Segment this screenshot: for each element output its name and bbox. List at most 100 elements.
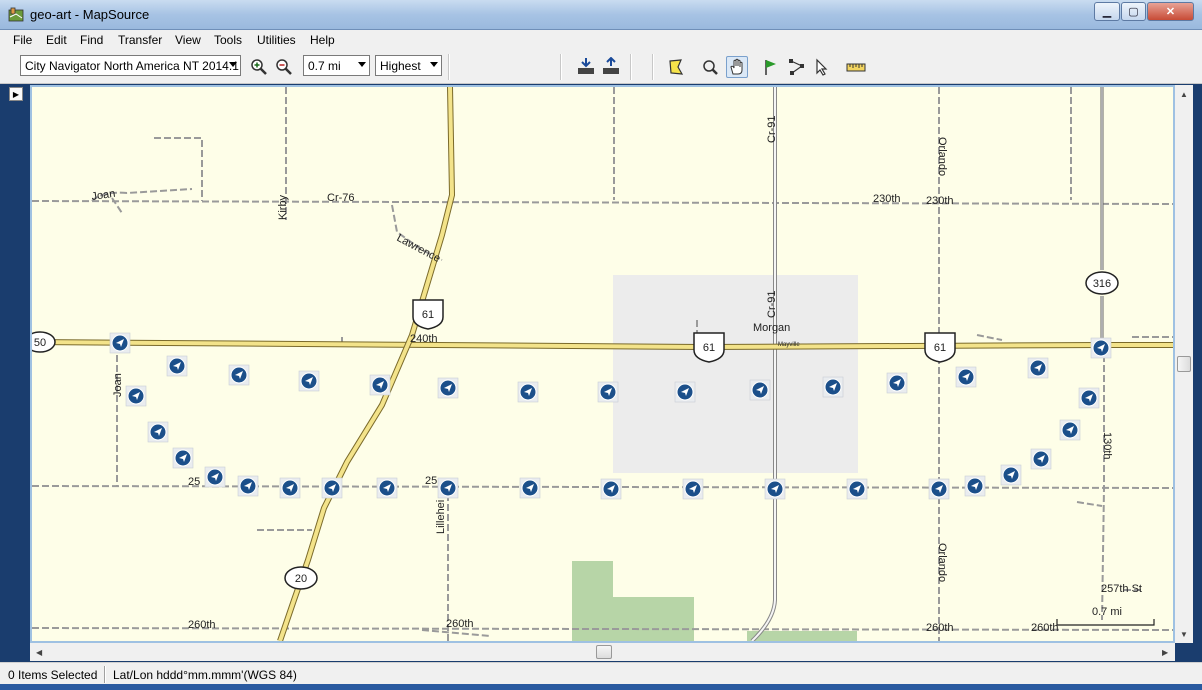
waypoint-marker[interactable] <box>437 477 459 499</box>
waypoint-marker[interactable] <box>279 477 301 499</box>
distance-tool-button[interactable] <box>845 56 867 78</box>
us-route-shield-61: 61 <box>412 299 444 330</box>
route-shield-50: 50 <box>32 331 56 353</box>
waypoint-marker[interactable] <box>822 376 844 398</box>
menu-tools[interactable]: Tools <box>214 33 242 47</box>
waypoint-marker[interactable] <box>964 475 986 497</box>
waypoint-marker[interactable] <box>886 372 908 394</box>
chevron-down-icon <box>229 62 237 67</box>
waypoint-marker[interactable] <box>437 377 459 399</box>
waypoint-marker[interactable] <box>764 478 786 500</box>
road-label: Orlando <box>936 137 948 176</box>
waypoint-marker[interactable] <box>1078 387 1100 409</box>
road-label: Cr-91 <box>766 290 778 318</box>
status-bar: 0 Items Selected Lat/Lon hddd°mm.mmm'(WG… <box>0 662 1202 684</box>
toolbar-separator <box>560 54 562 80</box>
receive-from-device-icon <box>578 58 594 74</box>
horizontal-scroll-thumb[interactable] <box>596 645 612 659</box>
road-label: Lillehei <box>435 500 447 534</box>
route-shield-316: 316 <box>1085 271 1119 295</box>
scroll-right-icon[interactable]: ▶ <box>1162 648 1168 657</box>
waypoint-tool-button[interactable] <box>760 56 782 78</box>
route-tool-button[interactable] <box>786 56 808 78</box>
waypoint-marker[interactable] <box>1059 419 1081 441</box>
waypoint-marker[interactable] <box>376 477 398 499</box>
waypoint-marker[interactable] <box>597 381 619 403</box>
selection-tool-button[interactable] <box>811 56 833 78</box>
waypoint-marker[interactable] <box>166 355 188 377</box>
waypoint-marker[interactable] <box>674 381 696 403</box>
waypoint-marker[interactable] <box>147 421 169 443</box>
mapsource-app-icon[interactable] <box>8 7 24 23</box>
scroll-up-icon[interactable]: ▲ <box>1180 90 1188 99</box>
zoom-scale-value: 0.7 mi <box>308 59 341 73</box>
zoom-in-button[interactable] <box>248 56 270 78</box>
waypoint-marker[interactable] <box>298 370 320 392</box>
waypoint-marker[interactable] <box>600 478 622 500</box>
close-button[interactable]: ✕ <box>1147 2 1194 21</box>
waypoint-marker[interactable] <box>749 379 771 401</box>
menu-help[interactable]: Help <box>310 33 335 47</box>
waypoint-marker[interactable] <box>1090 337 1112 359</box>
waypoint-marker[interactable] <box>1030 448 1052 470</box>
menu-edit[interactable]: Edit <box>46 33 67 47</box>
road-label: Cr-76 <box>327 192 355 204</box>
waypoint-marker[interactable] <box>955 366 977 388</box>
waypoint-marker[interactable] <box>682 478 704 500</box>
receive-from-device-button[interactable] <box>575 56 597 78</box>
map-product-select[interactable]: City Navigator North America NT 2014.1 <box>20 55 241 76</box>
waypoint-marker[interactable] <box>172 447 194 469</box>
waypoint-marker[interactable] <box>228 364 250 386</box>
sidebar-toggle-button[interactable]: ▶ <box>9 87 23 101</box>
map-canvas[interactable]: 50 316 20 61 61 61 Joan Kirby Cr-76 Lawr… <box>32 87 1173 641</box>
zoom-out-button[interactable] <box>273 56 295 78</box>
road-label: Cr-91 <box>766 115 778 143</box>
waypoint-marker[interactable] <box>517 381 539 403</box>
route-shield-label: 316 <box>1093 278 1111 290</box>
menu-transfer[interactable]: Transfer <box>118 33 162 47</box>
maximize-button[interactable]: ▢ <box>1121 2 1146 21</box>
waypoint-marker[interactable] <box>237 475 259 497</box>
waypoint-marker[interactable] <box>204 466 226 488</box>
city-label: Morgan <box>753 322 790 334</box>
status-divider <box>104 666 106 683</box>
menu-view[interactable]: View <box>175 33 201 47</box>
park-area <box>747 631 857 641</box>
scroll-left-icon[interactable]: ◀ <box>36 648 42 657</box>
waypoint-marker[interactable] <box>519 477 541 499</box>
waypoint-marker[interactable] <box>369 374 391 396</box>
scale-bar-label: 0.7 mi <box>1092 606 1122 618</box>
land-areas <box>572 275 858 641</box>
zoom-tool-button[interactable] <box>699 56 721 78</box>
waypoint-marker[interactable] <box>1027 357 1049 379</box>
road-label: 260th <box>446 618 474 630</box>
waypoint-marker[interactable] <box>125 385 147 407</box>
hand-tool-button[interactable] <box>726 56 748 78</box>
waypoint-marker[interactable] <box>846 478 868 500</box>
menu-utilities[interactable]: Utilities <box>257 33 296 47</box>
scale-bar: 0.7 mi <box>1056 606 1155 626</box>
chevron-down-icon <box>358 62 366 67</box>
close-icon: ✕ <box>1165 6 1176 18</box>
vertical-scroll-thumb[interactable] <box>1177 356 1191 372</box>
waypoint-marker[interactable] <box>109 332 131 354</box>
detail-level-select[interactable]: Highest <box>375 55 442 76</box>
map-select-tool-button[interactable] <box>665 56 687 78</box>
window-title: geo-art - MapSource <box>30 7 150 22</box>
toolbar-separator <box>630 54 632 80</box>
waypoint-marker[interactable] <box>321 477 343 499</box>
waypoint-marker[interactable] <box>1000 464 1022 486</box>
minimize-icon: ▁ <box>1102 6 1112 18</box>
cursor-arrow-icon <box>816 58 828 76</box>
send-to-device-button[interactable] <box>600 56 622 78</box>
scroll-down-icon[interactable]: ▼ <box>1180 630 1188 639</box>
waypoint-marker[interactable] <box>928 478 950 500</box>
road-label: 257th St <box>1101 583 1142 595</box>
city-area <box>613 275 858 473</box>
minimize-button[interactable]: ▁ <box>1094 2 1120 21</box>
map-view[interactable]: 50 316 20 61 61 61 Joan Kirby Cr-76 Lawr… <box>30 85 1175 643</box>
maximize-icon: ▢ <box>1128 6 1139 18</box>
menu-find[interactable]: Find <box>80 33 103 47</box>
zoom-scale-select[interactable]: 0.7 mi <box>303 55 370 76</box>
menu-file[interactable]: File <box>13 33 32 47</box>
